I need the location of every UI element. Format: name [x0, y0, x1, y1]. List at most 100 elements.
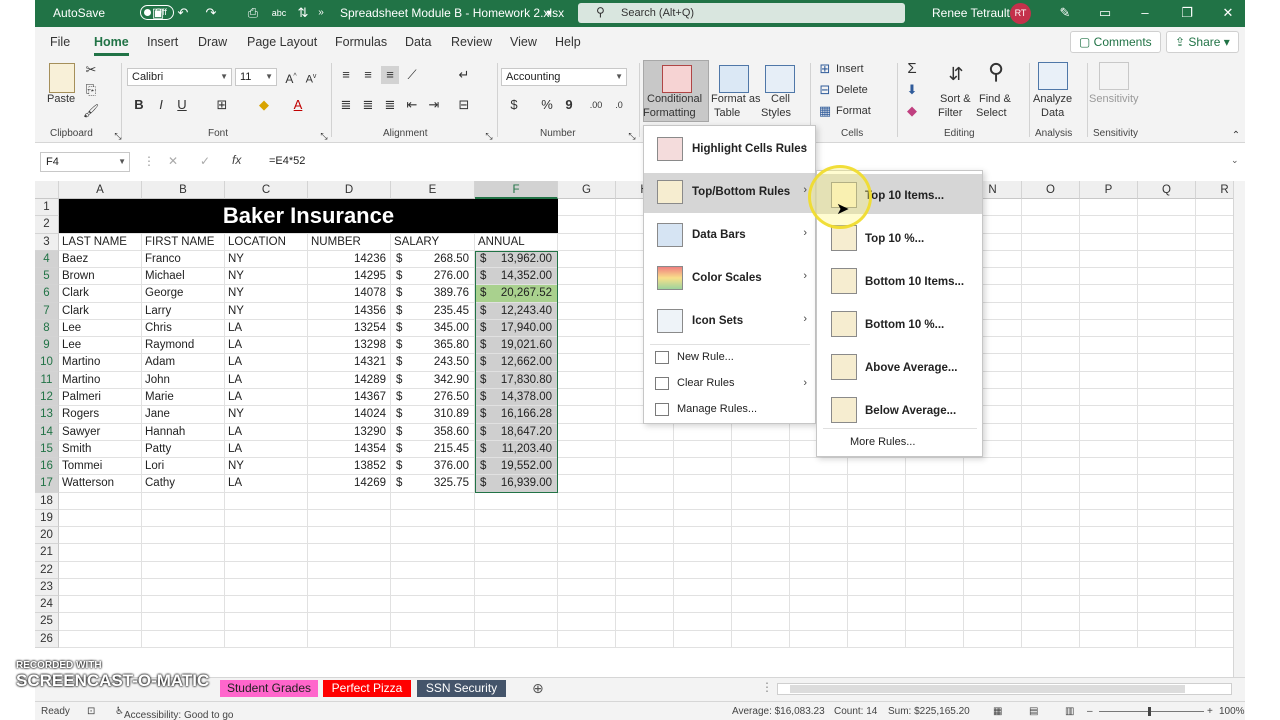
table-cell[interactable]: Cathy	[145, 475, 224, 492]
avatar[interactable]: RT	[1010, 3, 1031, 24]
row-header-16[interactable]: 16	[35, 458, 59, 476]
format-painter-icon[interactable]: 🖌	[82, 102, 100, 120]
font-color-icon[interactable]: A	[289, 96, 307, 114]
zoom-level[interactable]: 100%	[1219, 706, 1245, 717]
table-cell[interactable]: 358.60	[405, 424, 469, 441]
scrollbar-thumb[interactable]	[790, 685, 1185, 693]
table-cell[interactable]: 310.89	[405, 406, 469, 423]
table-cell[interactable]: LA	[228, 389, 307, 406]
column-header-o[interactable]: O	[1022, 181, 1080, 199]
normal-view-icon[interactable]: ▦	[993, 706, 1002, 717]
row-header-20[interactable]: 20	[35, 527, 59, 545]
page-break-view-icon[interactable]: ▥	[1065, 706, 1074, 717]
tab-help[interactable]: Help	[555, 35, 581, 49]
table-cell[interactable]: Franco	[145, 251, 224, 268]
table-cell[interactable]: 14078	[308, 285, 386, 302]
sensitivity-button[interactable]: Sensitivity	[1089, 93, 1139, 105]
row-header-4[interactable]: 4	[35, 250, 59, 269]
insert-function-button[interactable]: fx	[232, 153, 241, 167]
table-cell[interactable]: Marie	[145, 389, 224, 406]
table-cell[interactable]: NY	[228, 285, 307, 302]
table-cell[interactable]: Lee	[62, 320, 141, 337]
increase-indent-icon[interactable]: ⇥	[425, 96, 443, 114]
table-cell[interactable]: Rogers	[62, 406, 141, 423]
expand-formula-icon[interactable]: ⌄	[1231, 155, 1239, 166]
zoom-slider[interactable]	[1099, 707, 1204, 716]
table-cell[interactable]: Baez	[62, 251, 141, 268]
table-cell[interactable]: 276.50	[405, 389, 469, 406]
table-cell[interactable]: Lee	[62, 337, 141, 354]
submenu-item-bottom-10-percent[interactable]: Bottom 10 %...	[817, 303, 982, 343]
tab-home[interactable]: Home	[94, 35, 129, 56]
table-cell[interactable]: Chris	[145, 320, 224, 337]
table-cell[interactable]: NY	[228, 303, 307, 320]
table-cell[interactable]: John	[145, 372, 224, 389]
table-cell[interactable]: Clark	[62, 285, 141, 302]
row-header-2[interactable]: 2	[35, 216, 59, 234]
menu-item-clear-rules[interactable]: Clear Rules ›	[644, 372, 815, 396]
page-layout-view-icon[interactable]: ▤	[1029, 706, 1038, 717]
align-top-icon[interactable]: ≡	[337, 66, 355, 84]
menu-item-color-scales[interactable]: Color Scales ›	[644, 259, 815, 299]
table-cell[interactable]: 14354	[308, 441, 386, 458]
column-header-p[interactable]: P	[1080, 181, 1138, 199]
sheet-title-banner[interactable]: Baker Insurance	[59, 199, 558, 233]
table-cell[interactable]: Patty	[145, 441, 224, 458]
chevron-down-icon[interactable]: ▼	[541, 5, 557, 21]
table-cell[interactable]: Sawyer	[62, 424, 141, 441]
table-cell[interactable]: 14356	[308, 303, 386, 320]
table-cell[interactable]: Jane	[145, 406, 224, 423]
sort-filter-button[interactable]: Sort &	[940, 93, 971, 105]
row-header-7[interactable]: 7	[35, 302, 59, 320]
table-cell[interactable]: Smith	[62, 441, 141, 458]
row-header-10[interactable]: 10	[35, 354, 59, 372]
column-label-cell[interactable]: ANNUAL	[478, 234, 557, 251]
fill-color-icon[interactable]: ◆	[255, 96, 273, 114]
row-header-6[interactable]: 6	[35, 285, 59, 303]
paste-icon[interactable]	[49, 63, 75, 93]
comments-button[interactable]: ▢ Comments	[1070, 31, 1161, 53]
align-middle-icon[interactable]: ≡	[359, 66, 377, 84]
align-center-icon[interactable]: ≣	[359, 96, 377, 114]
find-select-button[interactable]: Find &	[979, 93, 1011, 105]
orientation-icon[interactable]: ⟋	[403, 66, 421, 84]
dialog-launcher-icon[interactable]: ⤡	[109, 127, 127, 145]
table-cell[interactable]: 325.75	[405, 475, 469, 492]
tab-review[interactable]: Review	[451, 35, 492, 49]
table-cell[interactable]: 276.00	[405, 268, 469, 285]
row-header-18[interactable]: 18	[35, 492, 59, 510]
number-format-select[interactable]: Accounting ▼	[501, 68, 627, 86]
submenu-item-more-rules[interactable]: More Rules...	[850, 436, 915, 448]
sheet-tab-student-grades[interactable]: Student Grades	[220, 680, 318, 697]
menu-item-icon-sets[interactable]: Icon Sets ›	[644, 302, 815, 342]
menu-item-new-rule[interactable]: New Rule...	[644, 346, 815, 370]
table-cell[interactable]: 13254	[308, 320, 386, 337]
column-label-cell[interactable]: FIRST NAME	[145, 234, 224, 251]
table-cell[interactable]: LA	[228, 354, 307, 371]
font-size-select[interactable]: 11 ▼	[235, 68, 277, 86]
column-label-cell[interactable]: NUMBER	[311, 234, 390, 251]
paste-button[interactable]: Paste	[47, 93, 75, 105]
column-label-cell[interactable]: LOCATION	[228, 234, 307, 251]
table-cell[interactable]: 14295	[308, 268, 386, 285]
table-cell[interactable]: LA	[228, 320, 307, 337]
customize-toolbar-icon[interactable]: »	[313, 5, 329, 21]
analyze-data-button[interactable]: Analyze	[1033, 93, 1072, 105]
table-cell[interactable]: 215.45	[405, 441, 469, 458]
table-cell[interactable]: Martino	[62, 354, 141, 371]
row-header-25[interactable]: 25	[35, 613, 59, 631]
table-cell[interactable]: Hannah	[145, 424, 224, 441]
table-cell[interactable]: Brown	[62, 268, 141, 285]
print-preview-icon[interactable]: ⎙	[245, 5, 261, 21]
cancel-entry-icon[interactable]: ✕	[168, 154, 178, 168]
column-label-cell[interactable]: SALARY	[394, 234, 474, 251]
row-header-14[interactable]: 14	[35, 423, 59, 441]
sheet-tab-perfect-pizza[interactable]: Perfect Pizza	[323, 680, 411, 697]
tab-view[interactable]: View	[510, 35, 537, 49]
italic-button[interactable]: I	[152, 96, 170, 114]
currency-button[interactable]: $	[505, 96, 523, 114]
table-cell[interactable]: Lori	[145, 458, 224, 475]
table-cell[interactable]: 243.50	[405, 354, 469, 371]
table-cell[interactable]: 376.00	[405, 458, 469, 475]
column-header-d[interactable]: D	[308, 181, 391, 199]
